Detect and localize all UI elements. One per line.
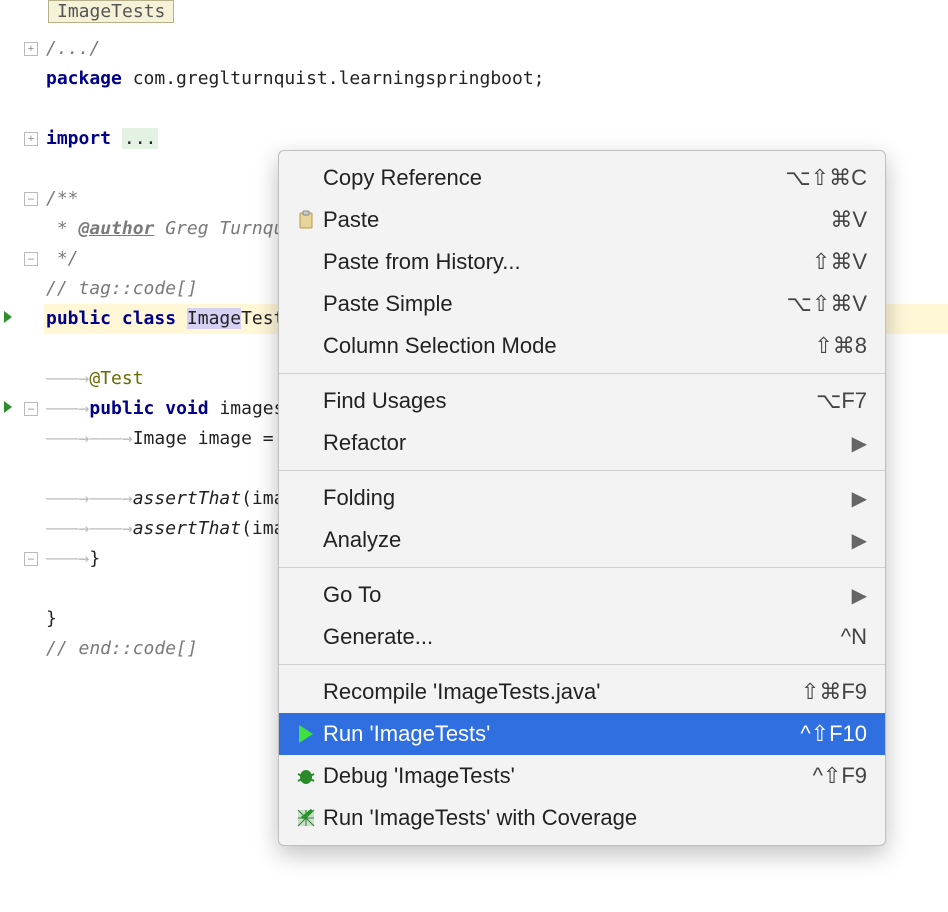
code-line[interactable]: /.../	[44, 34, 948, 64]
submenu-arrow-icon: ▶	[852, 528, 867, 553]
menu-item-label: Analyze	[323, 527, 852, 553]
menu-item-label: Column Selection Mode	[323, 333, 814, 359]
shortcut-label: ^⇧F9	[813, 763, 867, 789]
menu-item-run-imagetests-with-coverage[interactable]: Run 'ImageTests' with Coverage	[279, 797, 885, 839]
menu-item-refactor[interactable]: Refactor▶	[279, 422, 885, 464]
menu-item-find-usages[interactable]: Find Usages⌥F7	[279, 380, 885, 422]
menu-item-paste-from-history[interactable]: Paste from History...⇧⌘V	[279, 241, 885, 283]
fold-collapse-icon[interactable]: –	[24, 552, 38, 566]
gutter[interactable]: + + – – – –	[0, 34, 44, 912]
menu-item-label: Debug 'ImageTests'	[323, 763, 813, 789]
menu-item-label: Run 'ImageTests'	[323, 721, 800, 747]
submenu-arrow-icon: ▶	[852, 431, 867, 456]
menu-item-generate[interactable]: Generate...^N	[279, 616, 885, 658]
submenu-arrow-icon: ▶	[852, 583, 867, 608]
fold-collapse-icon[interactable]: –	[24, 252, 38, 266]
menu-item-column-selection-mode[interactable]: Column Selection Mode⇧⌘8	[279, 325, 885, 367]
menu-item-label: Paste	[323, 207, 830, 233]
run-gutter-icon[interactable]	[4, 311, 12, 323]
file-badge: ImageTests	[48, 0, 174, 23]
menu-separator	[279, 567, 885, 568]
run-icon	[299, 725, 313, 743]
menu-item-label: Refactor	[323, 430, 852, 456]
fold-collapse-icon[interactable]: –	[24, 402, 38, 416]
shortcut-label: ⇧⌘F9	[801, 679, 867, 705]
menu-item-copy-reference[interactable]: Copy Reference⌥⇧⌘C	[279, 157, 885, 199]
fold-expand-icon[interactable]: +	[24, 42, 38, 56]
menu-item-label: Run 'ImageTests' with Coverage	[323, 805, 867, 831]
bug-icon	[296, 766, 316, 786]
menu-item-label: Generate...	[323, 624, 841, 650]
fold-expand-icon[interactable]: +	[24, 132, 38, 146]
menu-item-folding[interactable]: Folding▶	[279, 477, 885, 519]
menu-item-debug-imagetests[interactable]: Debug 'ImageTests'^⇧F9	[279, 755, 885, 797]
menu-item-paste[interactable]: Paste⌘V	[279, 199, 885, 241]
menu-item-label: Copy Reference	[323, 165, 785, 191]
menu-separator	[279, 373, 885, 374]
coverage-icon	[296, 808, 316, 828]
menu-item-go-to[interactable]: Go To▶	[279, 574, 885, 616]
context-menu: Copy Reference⌥⇧⌘CPaste⌘VPaste from Hist…	[278, 150, 886, 846]
menu-separator	[279, 664, 885, 665]
paste-icon	[296, 210, 316, 230]
code-line[interactable]: package com.greglturnquist.learningsprin…	[44, 64, 948, 94]
menu-item-run-imagetests[interactable]: Run 'ImageTests'^⇧F10	[279, 713, 885, 755]
menu-separator	[279, 470, 885, 471]
menu-item-label: Paste from History...	[323, 249, 812, 275]
shortcut-label: ⌘V	[830, 207, 867, 233]
menu-item-label: Recompile 'ImageTests.java'	[323, 679, 801, 705]
menu-item-label: Paste Simple	[323, 291, 787, 317]
shortcut-label: ^N	[841, 624, 867, 650]
shortcut-label: ^⇧F10	[800, 721, 867, 747]
menu-item-recompile-imagetests-java[interactable]: Recompile 'ImageTests.java'⇧⌘F9	[279, 671, 885, 713]
menu-item-analyze[interactable]: Analyze▶	[279, 519, 885, 561]
shortcut-label: ⌥⇧⌘C	[785, 165, 867, 191]
menu-item-label: Go To	[323, 582, 852, 608]
menu-item-paste-simple[interactable]: Paste Simple⌥⇧⌘V	[279, 283, 885, 325]
run-gutter-icon[interactable]	[4, 401, 12, 413]
shortcut-label: ⌥⇧⌘V	[787, 291, 867, 317]
submenu-arrow-icon: ▶	[852, 486, 867, 511]
shortcut-label: ⌥F7	[816, 388, 867, 414]
menu-item-label: Folding	[323, 485, 852, 511]
fold-collapse-icon[interactable]: –	[24, 192, 38, 206]
shortcut-label: ⇧⌘8	[814, 333, 867, 359]
code-line[interactable]	[44, 94, 948, 124]
menu-item-label: Find Usages	[323, 388, 816, 414]
shortcut-label: ⇧⌘V	[812, 249, 867, 275]
